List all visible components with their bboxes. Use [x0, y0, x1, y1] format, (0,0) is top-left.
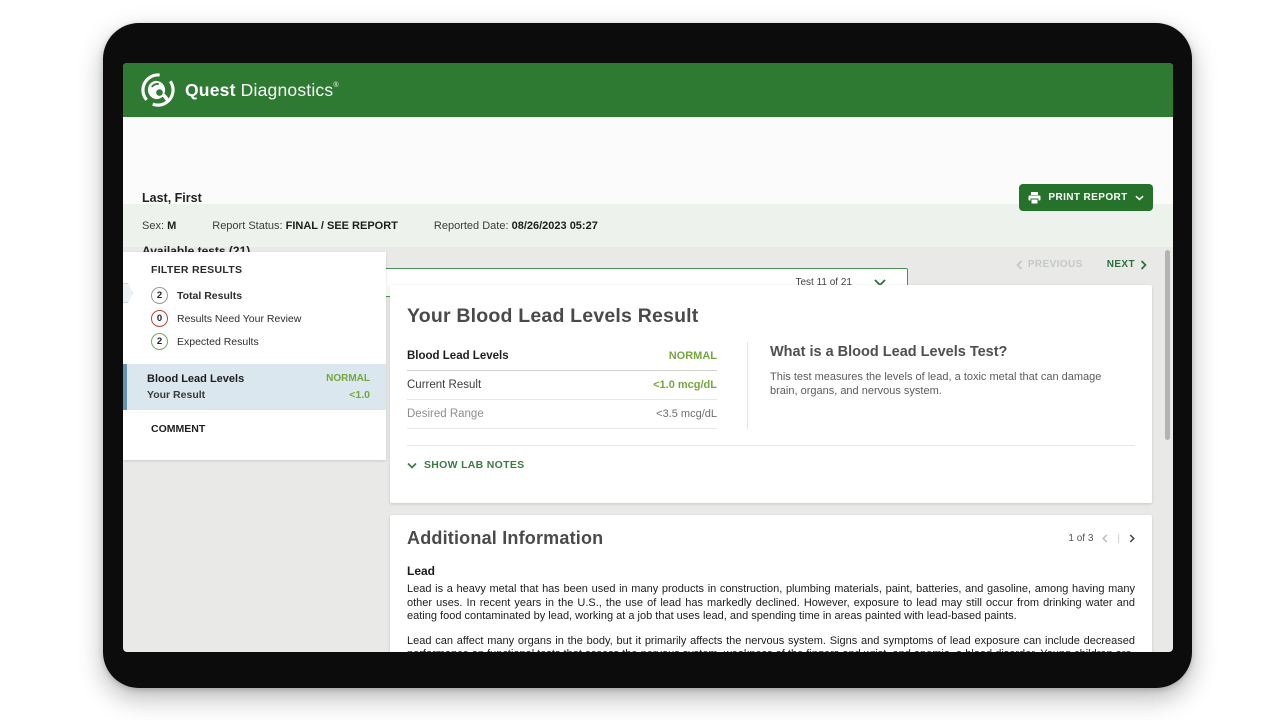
your-result-value: <1.0	[349, 387, 370, 403]
need-review-count-badge: 0	[151, 310, 168, 327]
selected-indicator-bar	[123, 364, 127, 410]
info-section-heading: Lead	[407, 564, 1135, 578]
total-results-count-badge: 2	[151, 287, 168, 304]
print-report-label: PRINT REPORT	[1048, 192, 1127, 203]
row-value: <3.5 mcg/dL	[656, 408, 717, 420]
filter-item-expected-results[interactable]: 2 Expected Results	[123, 330, 386, 353]
vertical-scrollbar-thumb[interactable]	[1165, 250, 1170, 440]
brand-header: Quest Diagnostics®	[123, 63, 1173, 117]
row-label: Current Result	[407, 379, 481, 391]
sidebar-item-comment[interactable]: COMMENT	[123, 410, 386, 435]
chevron-left-icon	[1102, 534, 1108, 543]
chevron-right-icon	[1129, 534, 1135, 543]
table-row-current-result: Current Result <1.0 mcg/dL	[407, 371, 717, 400]
table-row-desired-range: Desired Range <3.5 mcg/dL	[407, 400, 717, 429]
filter-item-total-results[interactable]: 2 Total Results	[123, 284, 386, 307]
info-pagination: 1 of 3 |	[1068, 533, 1135, 544]
info-next-page-button[interactable]	[1129, 534, 1135, 543]
previous-test-button[interactable]: PREVIOUS	[1016, 259, 1083, 270]
next-test-button[interactable]: NEXT	[1107, 259, 1147, 270]
row-value: <1.0 mcg/dL	[653, 379, 717, 391]
page-count-label: 1 of 3	[1068, 533, 1093, 544]
patient-name: Last, First	[142, 191, 202, 205]
status-badge: NORMAL	[326, 371, 370, 387]
filter-results-title: FILTER RESULTS	[123, 252, 386, 276]
tablet-frame: Quest Diagnostics® Last, First Sex: M Re…	[103, 23, 1192, 688]
test-name-label: Blood Lead Levels	[147, 371, 244, 387]
filter-sidebar: FILTER RESULTS 2 Total Results 0 Results…	[123, 252, 386, 460]
chevron-right-icon	[1140, 260, 1147, 270]
additional-information-card: Additional Information 1 of 3 |	[390, 515, 1152, 652]
result-table: Blood Lead Levels NORMAL Current Result …	[407, 342, 747, 429]
patient-sex: Sex: M	[142, 220, 176, 232]
sidebar-item-blood-lead-levels[interactable]: Blood Lead Levels NORMAL Your Result <1.…	[123, 364, 386, 410]
chevron-down-icon	[1135, 195, 1144, 201]
app-screen: Quest Diagnostics® Last, First Sex: M Re…	[123, 63, 1173, 652]
info-paragraph: Lead can affect many organs in the body,…	[407, 635, 1135, 652]
print-report-button[interactable]: PRINT REPORT	[1019, 184, 1153, 211]
info-previous-page-button[interactable]	[1102, 534, 1108, 543]
pagination-divider: |	[1117, 533, 1120, 544]
results-content: FILTER RESULTS 2 Total Results 0 Results…	[123, 247, 1173, 652]
quest-logo-icon	[140, 72, 176, 108]
test-pager: PREVIOUS NEXT	[1016, 259, 1147, 270]
test-name-header: Blood Lead Levels	[407, 350, 509, 362]
brand-wordmark: Quest Diagnostics®	[185, 80, 339, 101]
printer-icon	[1028, 192, 1041, 204]
test-description-panel: What is a Blood Lead Levels Test? This t…	[747, 342, 1135, 429]
status-value: NORMAL	[669, 350, 717, 362]
patient-meta: Sex: M Report Status: FINAL / SEE REPORT…	[142, 220, 598, 232]
chevron-left-icon	[1016, 260, 1023, 270]
show-lab-notes-toggle[interactable]: SHOW LAB NOTES	[407, 445, 1135, 471]
report-status: Report Status: FINAL / SEE REPORT	[212, 220, 398, 232]
additional-information-title: Additional Information	[407, 528, 603, 549]
result-card: Your Blood Lead Levels Result Blood Lead…	[390, 285, 1152, 503]
row-label: Desired Range	[407, 408, 484, 420]
test-description-body: This test measures the levels of lead, a…	[770, 370, 1109, 398]
filter-item-label: Results Need Your Review	[177, 313, 301, 325]
result-card-title: Your Blood Lead Levels Result	[407, 305, 1135, 328]
test-description-title: What is a Blood Lead Levels Test?	[770, 344, 1109, 360]
table-header-row: Blood Lead Levels NORMAL	[407, 342, 717, 371]
filter-item-label: Total Results	[177, 290, 242, 302]
your-result-label: Your Result	[147, 387, 205, 403]
filter-list: 2 Total Results 0 Results Need Your Revi…	[123, 284, 386, 353]
reported-date: Reported Date: 08/26/2023 05:27	[434, 220, 598, 232]
patient-bar: Last, First Sex: M Report Status: FINAL …	[123, 117, 1173, 247]
filter-item-label: Expected Results	[177, 336, 259, 348]
filter-item-need-review[interactable]: 0 Results Need Your Review	[123, 307, 386, 330]
page-background: Quest Diagnostics® Last, First Sex: M Re…	[0, 0, 1280, 720]
expected-results-count-badge: 2	[151, 333, 168, 350]
info-paragraph: Lead is a heavy metal that has been used…	[407, 583, 1135, 624]
chevron-down-icon	[407, 462, 417, 469]
